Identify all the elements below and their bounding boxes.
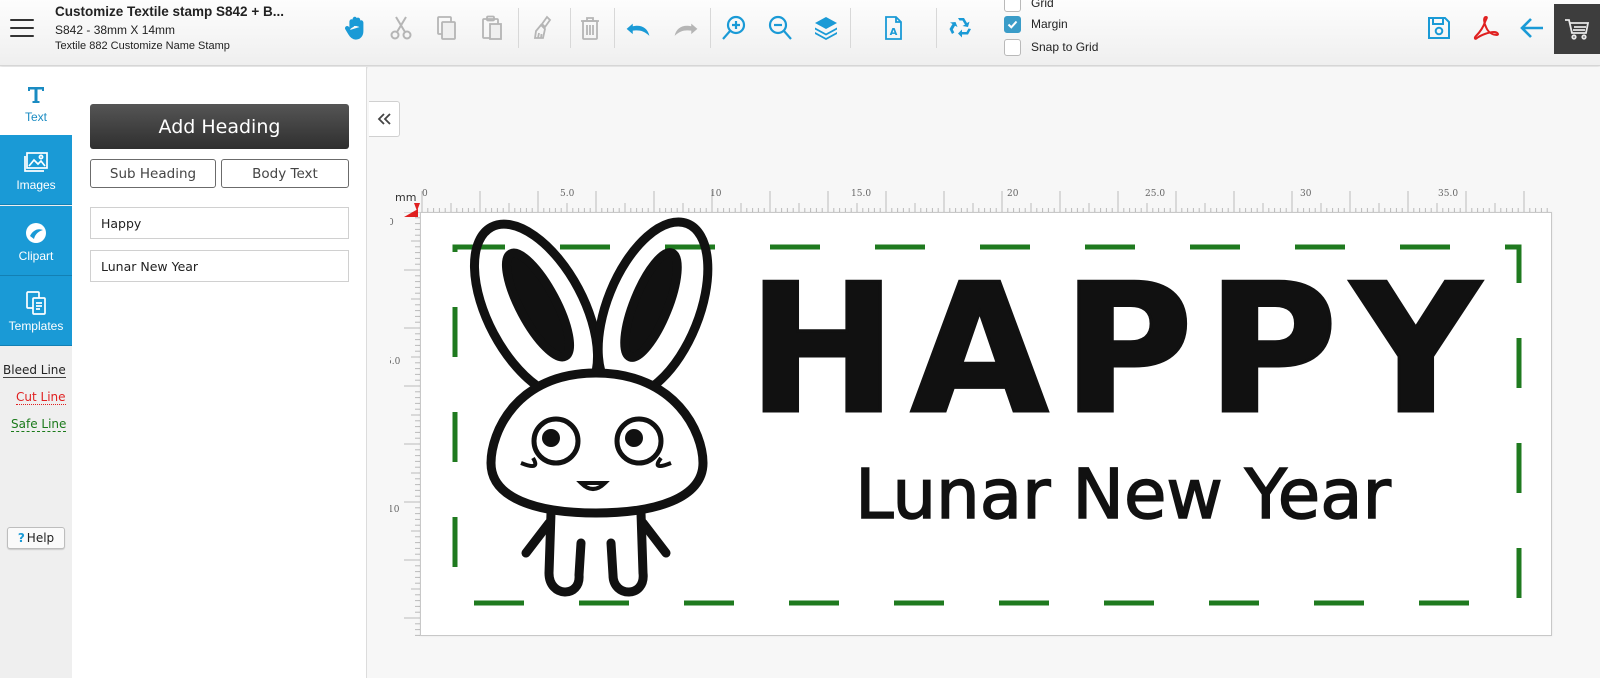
help-label: Help (26, 531, 55, 545)
document-subtitle: Textile 882 Customize Name Stamp (55, 40, 230, 52)
nav-images-label: Images (16, 177, 56, 192)
document-title: Customize Textile stamp S842 + B... (55, 4, 284, 19)
design-workspace: mm 0 5.0 10 15.0 20 25.0 30 35.0 0 5.0 1… (368, 67, 1600, 678)
grid-label: Grid (1031, 0, 1054, 10)
ruler-label: 5.0 (390, 357, 401, 367)
pdf-icon[interactable] (1468, 10, 1504, 46)
stamp-canvas[interactable]: HAPPY Lunar New Year (420, 212, 1552, 636)
add-heading-button[interactable]: Add Heading (90, 104, 349, 149)
help-button[interactable]: ? Help (7, 527, 65, 549)
margin-label: Margin (1031, 17, 1068, 31)
layers-icon[interactable] (808, 10, 844, 46)
copy-icon[interactable] (428, 10, 464, 46)
stamp-design: HAPPY Lunar New Year (449, 213, 1522, 606)
nav-templates[interactable]: Templates (0, 276, 72, 346)
toolbar-divider (710, 8, 711, 48)
text-file-icon[interactable]: A (875, 10, 911, 46)
design-heading[interactable]: HAPPY (746, 245, 1495, 455)
brush-icon[interactable] (527, 10, 563, 46)
nav-images[interactable]: Images (0, 135, 72, 205)
checkmark-icon (1007, 20, 1018, 29)
bleed-line-legend: Bleed Line (3, 363, 66, 378)
paste-icon[interactable] (474, 10, 510, 46)
ruler-label: 25.0 (1145, 189, 1165, 199)
margin-checkbox[interactable] (1004, 15, 1021, 33)
grid-checkbox[interactable] (1004, 0, 1021, 12)
image-icon (24, 151, 48, 172)
ruler-label: 15.0 (851, 189, 871, 199)
nav-templates-label: Templates (8, 318, 64, 333)
cut-line-legend: Cut Line (16, 390, 66, 405)
recycle-icon[interactable] (943, 10, 979, 46)
hamburger-menu-icon[interactable] (10, 19, 34, 41)
snap-to-grid-label: Snap to Grid (1031, 40, 1099, 54)
nav-clipart-label: Clipart (18, 248, 54, 263)
nav-text[interactable]: Text (0, 67, 72, 137)
nav-text-label: Text (24, 110, 47, 124)
toolbar-divider (614, 8, 615, 48)
sub-heading-button[interactable]: Sub Heading (90, 159, 216, 188)
left-nav: Text Images Clipart Templates Bleed Line… (0, 67, 72, 678)
ruler-label: 20 (1007, 189, 1019, 199)
text-panel: Add Heading Sub Heading Body Text Happy … (72, 67, 367, 678)
cart-icon (1565, 19, 1590, 40)
hand-icon[interactable] (338, 10, 374, 46)
text-field-happy[interactable]: Happy (90, 207, 349, 239)
grid-option[interactable]: Grid (1004, 0, 1054, 12)
toolbar-divider (936, 8, 937, 48)
text-icon (28, 87, 44, 103)
toolbar-divider (518, 8, 519, 48)
zoom-out-icon[interactable] (762, 10, 798, 46)
nav-clipart[interactable]: Clipart (0, 206, 72, 276)
snap-to-grid-checkbox[interactable] (1004, 38, 1021, 56)
top-ruler: 0 5.0 10 15.0 20 25.0 30 35.0 (421, 189, 1548, 213)
undo-icon[interactable] (620, 10, 656, 46)
ruler-label: 0 (390, 218, 394, 228)
redo-icon[interactable] (668, 10, 704, 46)
bunny-clipart[interactable] (449, 213, 730, 597)
margin-option[interactable]: Margin (1004, 15, 1068, 33)
ruler-label: 30 (1300, 189, 1312, 199)
svg-text:A: A (890, 27, 898, 38)
templates-icon (26, 290, 46, 315)
double-chevron-left-icon (377, 113, 391, 125)
cut-icon[interactable] (383, 10, 419, 46)
ruler-label: 10 (390, 505, 400, 515)
safe-line-legend: Safe Line (11, 417, 67, 432)
left-ruler: 0 5.0 10 (390, 212, 420, 636)
ruler-label: 5.0 (560, 189, 575, 199)
trash-icon[interactable] (572, 10, 608, 46)
ruler-label: 0 (422, 189, 428, 199)
collapse-panel-button[interactable] (369, 101, 400, 137)
design-subheading[interactable]: Lunar New Year (854, 454, 1392, 536)
ruler-label: 10 (710, 189, 722, 199)
cart-button[interactable] (1554, 4, 1600, 54)
clipart-icon (26, 222, 46, 243)
back-arrow-icon[interactable] (1514, 10, 1550, 46)
toolbar-divider (850, 8, 851, 48)
zoom-in-icon[interactable] (716, 10, 752, 46)
save-icon[interactable] (1421, 10, 1457, 46)
toolbar-divider (570, 8, 571, 48)
top-toolbar: Customize Textile stamp S842 + B... S842… (0, 0, 1600, 66)
document-size: S842 - 38mm X 14mm (55, 23, 176, 37)
text-field-lunar-new-year[interactable]: Lunar New Year (90, 250, 349, 282)
question-icon: ? (17, 531, 25, 545)
snap-to-grid-option[interactable]: Snap to Grid (1004, 38, 1098, 56)
body-text-button[interactable]: Body Text (221, 159, 349, 188)
ruler-label: 35.0 (1438, 189, 1458, 199)
